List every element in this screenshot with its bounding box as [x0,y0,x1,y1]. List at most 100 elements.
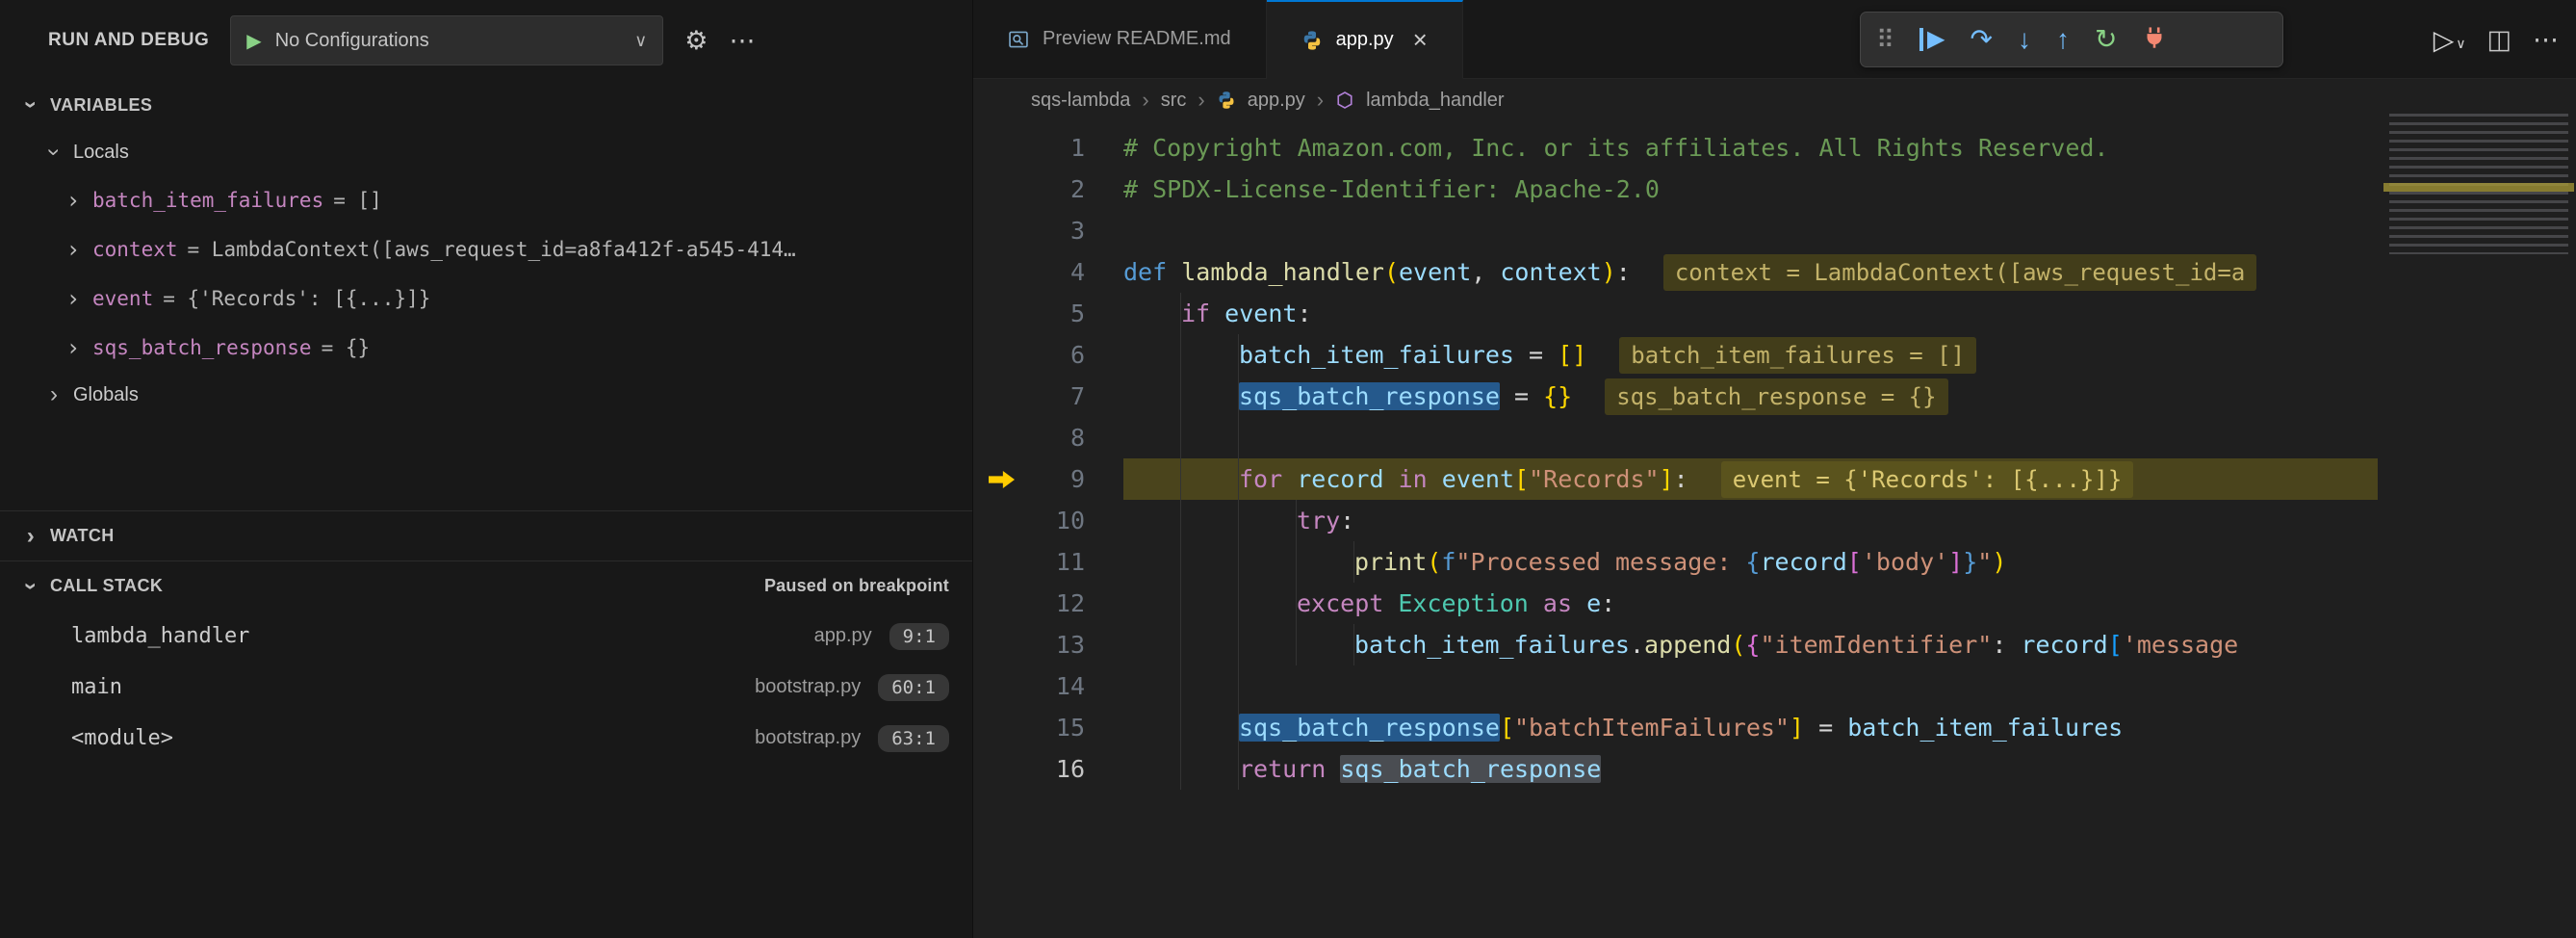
editor-gutter[interactable]: 15 [973,707,1123,748]
disconnect-icon[interactable] [2142,25,2167,55]
line-content[interactable]: def lambda_handler(event, context):conte… [1123,251,2378,293]
code-line[interactable]: 10try: [973,500,2378,541]
code-line[interactable]: 11print(f"Processed message: {record['bo… [973,541,2378,583]
stack-frame-module[interactable]: <module> bootstrap.py 63:1 [0,713,972,764]
line-content[interactable] [1123,665,2378,707]
breadcrumb-item-folder[interactable]: sqs-lambda [1031,90,1130,112]
line-content[interactable]: if event: [1123,293,2378,334]
editor-gutter[interactable]: 10 [973,500,1123,541]
editor-gutter[interactable]: 3 [973,210,1123,251]
split-editor-icon[interactable]: ◫ [2486,27,2512,53]
code-line[interactable]: 1# Copyright Amazon.com, Inc. or its aff… [973,127,2378,169]
call-stack-section-header[interactable]: › CALL STACK Paused on breakpoint [0,560,972,611]
editor-gutter[interactable]: 16 [973,748,1123,790]
variables-section-header[interactable]: › VARIABLES [0,81,972,129]
step-into-icon[interactable]: ↓ [2018,26,2031,53]
gear-icon[interactable]: ⚙ [684,28,708,54]
code-line[interactable]: 9for record in event["Records"]:event = … [973,458,2378,500]
run-icon: ▷ [2434,24,2455,56]
code-line[interactable]: 5 if event: [973,293,2378,334]
breadcrumb-item-symbol[interactable]: lambda_handler [1366,90,1504,112]
scope-locals-label: Locals [73,142,129,164]
line-content[interactable] [1123,210,2378,251]
variable-name: event [92,287,153,310]
line-content[interactable]: print(f"Processed message: {record['body… [1123,541,2378,583]
step-over-icon[interactable]: ↷ [1971,26,1993,53]
code-line[interactable]: 13batch_item_failures.append({"itemIdent… [973,624,2378,665]
line-number: 5 [973,293,1123,334]
debug-config-dropdown[interactable]: ▶ No Configurations ∨ [230,15,663,65]
stack-frame-lambda_handler[interactable]: lambda_handler app.py 9:1 [0,611,972,662]
tab-preview-readme[interactable]: Preview README.md [973,0,1267,78]
scope-locals[interactable]: › Locals [0,129,972,175]
variable-value: = [] [333,189,382,212]
tab-app-py[interactable]: app.py × [1267,0,1463,79]
chevron-down-icon: ∨ [2456,36,2465,56]
run-python-file-button[interactable]: ▷ ∨ [2434,24,2466,56]
editor-gutter[interactable]: 1 [973,127,1123,169]
editor-gutter[interactable]: 13 [973,624,1123,665]
editor-gutter[interactable]: 9 [973,458,1123,500]
line-number: 7 [973,376,1123,417]
scope-globals[interactable]: › Globals [0,372,972,418]
line-content[interactable]: try: [1123,500,2378,541]
editor-gutter[interactable]: 8 [973,417,1123,458]
code-line[interactable]: 15sqs_batch_response["batchItemFailures"… [973,707,2378,748]
chevron-right-icon: › [64,189,83,212]
code-line[interactable]: 6batch_item_failures = []batch_item_fail… [973,334,2378,376]
editor-gutter[interactable]: 4 [973,251,1123,293]
code-line[interactable]: 8 [973,417,2378,458]
code-line[interactable]: 3 [973,210,2378,251]
line-content[interactable]: sqs_batch_response["batchItemFailures"] … [1123,707,2378,748]
indent-guides [1123,500,1297,541]
code-line[interactable]: 2# SPDX-License-Identifier: Apache-2.0 [973,169,2378,210]
variable-context[interactable]: › context = LambdaContext([aws_request_i… [0,224,972,274]
step-out-icon[interactable]: ↑ [2056,26,2070,53]
line-content[interactable]: except Exception as e: [1123,583,2378,624]
code-line[interactable]: 4def lambda_handler(event, context):cont… [973,251,2378,293]
variable-batch_item_failures[interactable]: › batch_item_failures = [] [0,175,972,224]
editor-gutter[interactable]: 7 [973,376,1123,417]
line-content[interactable] [1123,417,2378,458]
editor-gutter[interactable]: 5 [973,293,1123,334]
line-content[interactable]: for record in event["Records"]:event = {… [1123,458,2378,500]
editor-gutter[interactable]: 14 [973,665,1123,707]
restart-icon[interactable]: ↻ [2095,26,2117,53]
code-text: if event: [1181,293,1312,334]
line-content[interactable]: # SPDX-License-Identifier: Apache-2.0 [1123,169,2378,210]
watch-section-header[interactable]: › WATCH [0,510,972,560]
indent-guides [1123,624,1354,665]
line-content[interactable]: batch_item_failures = []batch_item_failu… [1123,334,2378,376]
code-line[interactable]: 16return sqs_batch_response [973,748,2378,790]
editor-gutter[interactable]: 2 [973,169,1123,210]
more-actions-icon[interactable]: ⋯ [2533,27,2559,53]
code-area[interactable]: 1# Copyright Amazon.com, Inc. or its aff… [973,121,2378,790]
start-debugging-icon[interactable]: ▶ [246,29,261,53]
editor-gutter[interactable]: 6 [973,334,1123,376]
line-content[interactable]: return sqs_batch_response [1123,748,2378,790]
close-icon[interactable]: × [1413,25,1428,55]
more-actions-icon[interactable]: ⋯ [730,28,756,54]
line-content[interactable]: sqs_batch_response = {}sqs_batch_respons… [1123,376,2378,417]
code-line[interactable]: 12except Exception as e: [973,583,2378,624]
drag-handle-icon[interactable]: ⠿ [1876,27,1894,52]
frame-location-badge: 63:1 [878,725,949,752]
breadcrumb-item-file[interactable]: app.py [1248,90,1305,112]
minimap[interactable] [2389,114,2568,254]
inline-debug-value: event = {'Records': [{...}]} [1721,461,2134,498]
editor-gutter[interactable]: 11 [973,541,1123,583]
variable-event[interactable]: › event = {'Records': [{...}]} [0,274,972,323]
minimap-current-line-marker [2383,183,2574,192]
continue-icon[interactable]: ▶ [1919,28,1945,51]
code-line[interactable]: 14 [973,665,2378,707]
code-line[interactable]: 7sqs_batch_response = {}sqs_batch_respon… [973,376,2378,417]
editor-gutter[interactable]: 12 [973,583,1123,624]
breadcrumb-item-folder[interactable]: src [1161,90,1187,112]
line-content[interactable]: # Copyright Amazon.com, Inc. or its affi… [1123,127,2378,169]
variable-sqs_batch_response[interactable]: › sqs_batch_response = {} [0,323,972,372]
line-content[interactable]: batch_item_failures.append({"itemIdentif… [1123,624,2378,665]
chevron-right-icon: › [64,238,83,261]
chevron-right-icon: › [64,336,83,359]
indent-guides [1123,458,1239,500]
stack-frame-main[interactable]: main bootstrap.py 60:1 [0,662,972,713]
